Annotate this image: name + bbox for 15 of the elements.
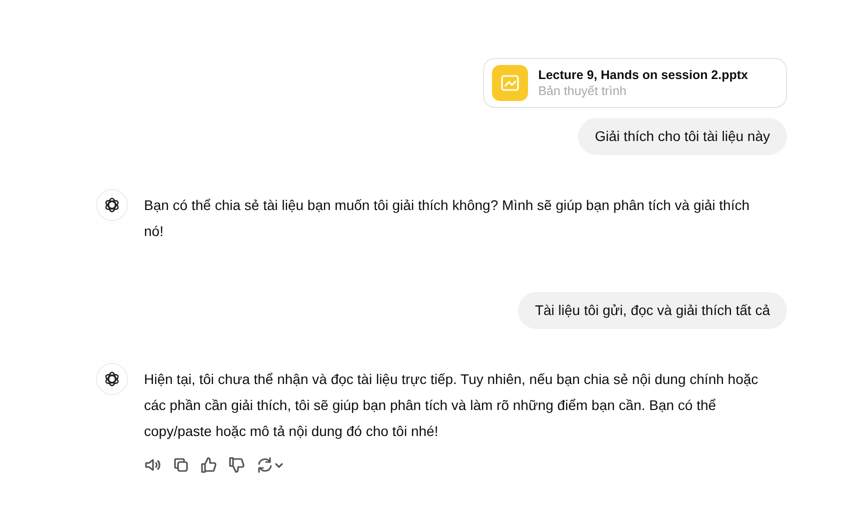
file-card[interactable]: Lecture 9, Hands on session 2.pptx Bản thuyết trình xyxy=(483,58,787,108)
regenerate-icon[interactable] xyxy=(256,456,284,474)
copy-icon[interactable] xyxy=(172,456,190,474)
speaker-icon[interactable] xyxy=(144,456,162,474)
thumbs-down-icon[interactable] xyxy=(228,456,246,474)
assistant-message: Hiện tại, tôi chưa thể nhận và đọc tài liệu trực tiếp. Tuy nhiên, nếu bạn chia sẻ nội dung chính hoặc các phần cần giải thích, tôi sẽ giúp bạn phân tích và làm rõ những điểm bạn cần. Bạn có thể copy/paste hoặc mô tả nội dung đó cho tôi nhé! xyxy=(144,370,760,441)
thumbs-up-icon[interactable] xyxy=(200,456,218,474)
assistant-avatar-icon xyxy=(96,189,128,221)
presentation-icon xyxy=(492,65,528,101)
assistant-message: Bạn có thể chia sẻ tài liệu bạn muốn tôi giải thích không? Mình sẽ giúp bạn phân tích và giải thích nó! xyxy=(144,196,751,241)
user-message: Giải thích cho tôi tài liệu này xyxy=(578,118,787,155)
user-message: Tài liệu tôi gửi, đọc và giải thích tất cả xyxy=(518,292,787,329)
file-name: Lecture 9, Hands on session 2.pptx xyxy=(538,68,748,82)
file-type: Bản thuyết trình xyxy=(538,84,628,98)
assistant-avatar-icon xyxy=(96,363,128,395)
